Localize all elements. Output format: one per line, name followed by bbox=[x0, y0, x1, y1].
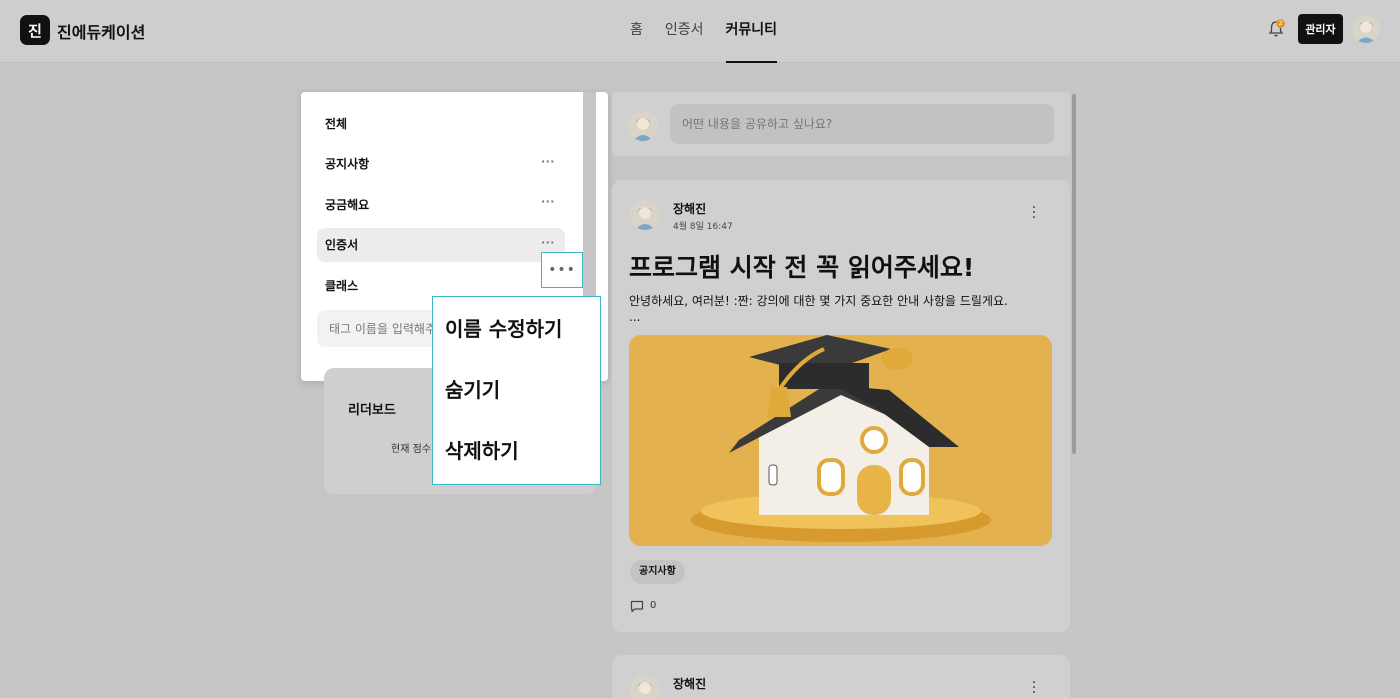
post-card[interactable]: 장해진 · · · bbox=[612, 655, 1070, 698]
nav-home[interactable]: 홈 bbox=[630, 0, 643, 63]
comment-count: 0 bbox=[650, 600, 657, 611]
admin-button[interactable]: 관리자 bbox=[1298, 14, 1343, 44]
nav-community[interactable]: 커뮤니티 bbox=[725, 0, 778, 63]
tag-item-label: 공지사항 bbox=[325, 157, 370, 171]
more-options-button[interactable]: ••• bbox=[541, 252, 583, 288]
post-card[interactable]: 장해진 4월 8일 16:47 · · · 프로그램 시작 전 꼭 읽어주세요! 안… bbox=[612, 180, 1070, 632]
tag-item-label: 궁금해요 bbox=[325, 197, 370, 212]
tag-item-notice[interactable]: 공지사항 ··· bbox=[317, 147, 565, 181]
post-image[interactable] bbox=[629, 335, 1052, 546]
main-nav: 홈 인증서 커뮤니티 bbox=[630, 0, 778, 63]
tag-item-label: 클래스 bbox=[325, 278, 359, 293]
menu-item-hide[interactable]: 숨기기 bbox=[445, 374, 500, 403]
tag-context-menu: 이름 수정하기 숨기기 삭제하기 bbox=[432, 296, 601, 485]
menu-item-delete[interactable]: 삭제하기 bbox=[445, 435, 519, 464]
user-avatar[interactable] bbox=[1352, 15, 1380, 43]
composer-input[interactable] bbox=[670, 104, 1054, 144]
logo-icon[interactable]: 진 bbox=[20, 15, 50, 45]
post-date: 4월 8일 16:47 bbox=[673, 222, 733, 232]
notification-badge: 2 bbox=[1276, 19, 1285, 28]
graduation-house-illustration bbox=[629, 335, 1052, 546]
author-avatar[interactable] bbox=[630, 675, 660, 698]
post-body: 안녕하세요, 여러분! :짠: 강의에 대한 몇 가지 중요한 안내 사항을 드… bbox=[629, 294, 1008, 308]
more-icon[interactable]: ··· bbox=[541, 236, 555, 249]
leaderboard-subtitle: 현재 점수 bbox=[391, 444, 431, 455]
more-icon[interactable]: ··· bbox=[541, 155, 555, 168]
tag-item-label: 인증서 bbox=[325, 238, 359, 252]
kebab-menu-icon[interactable]: · · · bbox=[1030, 676, 1038, 698]
tag-list: 전체 공지사항 ··· 궁금해요 ··· 인증서 ··· 클래스 bbox=[317, 106, 565, 309]
nav-certificate[interactable]: 인증서 bbox=[665, 0, 704, 63]
tag-item-questions[interactable]: 궁금해요 ··· bbox=[317, 187, 565, 221]
post-title[interactable]: 프로그램 시작 전 꼭 읽어주세요! bbox=[629, 248, 974, 284]
post-author[interactable]: 장해진 bbox=[673, 200, 706, 217]
leaderboard-title: 리더보드 bbox=[348, 403, 396, 418]
more-icon[interactable]: ··· bbox=[541, 196, 555, 208]
tag-item-all[interactable]: 전체 bbox=[317, 106, 565, 140]
post-ellipsis: ... bbox=[629, 310, 641, 324]
feed-scrollbar[interactable] bbox=[1072, 94, 1076, 454]
menu-item-rename[interactable]: 이름 수정하기 bbox=[445, 313, 562, 342]
comment-icon[interactable] bbox=[630, 600, 644, 613]
post-author[interactable]: 장해진 bbox=[673, 675, 706, 692]
composer-avatar bbox=[628, 111, 658, 141]
tag-item-label: 전체 bbox=[325, 116, 348, 131]
post-composer bbox=[612, 92, 1070, 156]
kebab-menu-icon[interactable]: · · · bbox=[1030, 201, 1038, 225]
brand-name[interactable]: 진에듀케이션 bbox=[57, 19, 145, 43]
tag-item-certificate[interactable]: 인증서 ··· bbox=[317, 227, 565, 262]
post-tag[interactable]: 공지사항 bbox=[630, 560, 685, 584]
author-avatar[interactable] bbox=[630, 200, 660, 230]
top-header: 진 진에듀케이션 홈 인증서 커뮤니티 2 관리자 bbox=[0, 0, 1400, 63]
